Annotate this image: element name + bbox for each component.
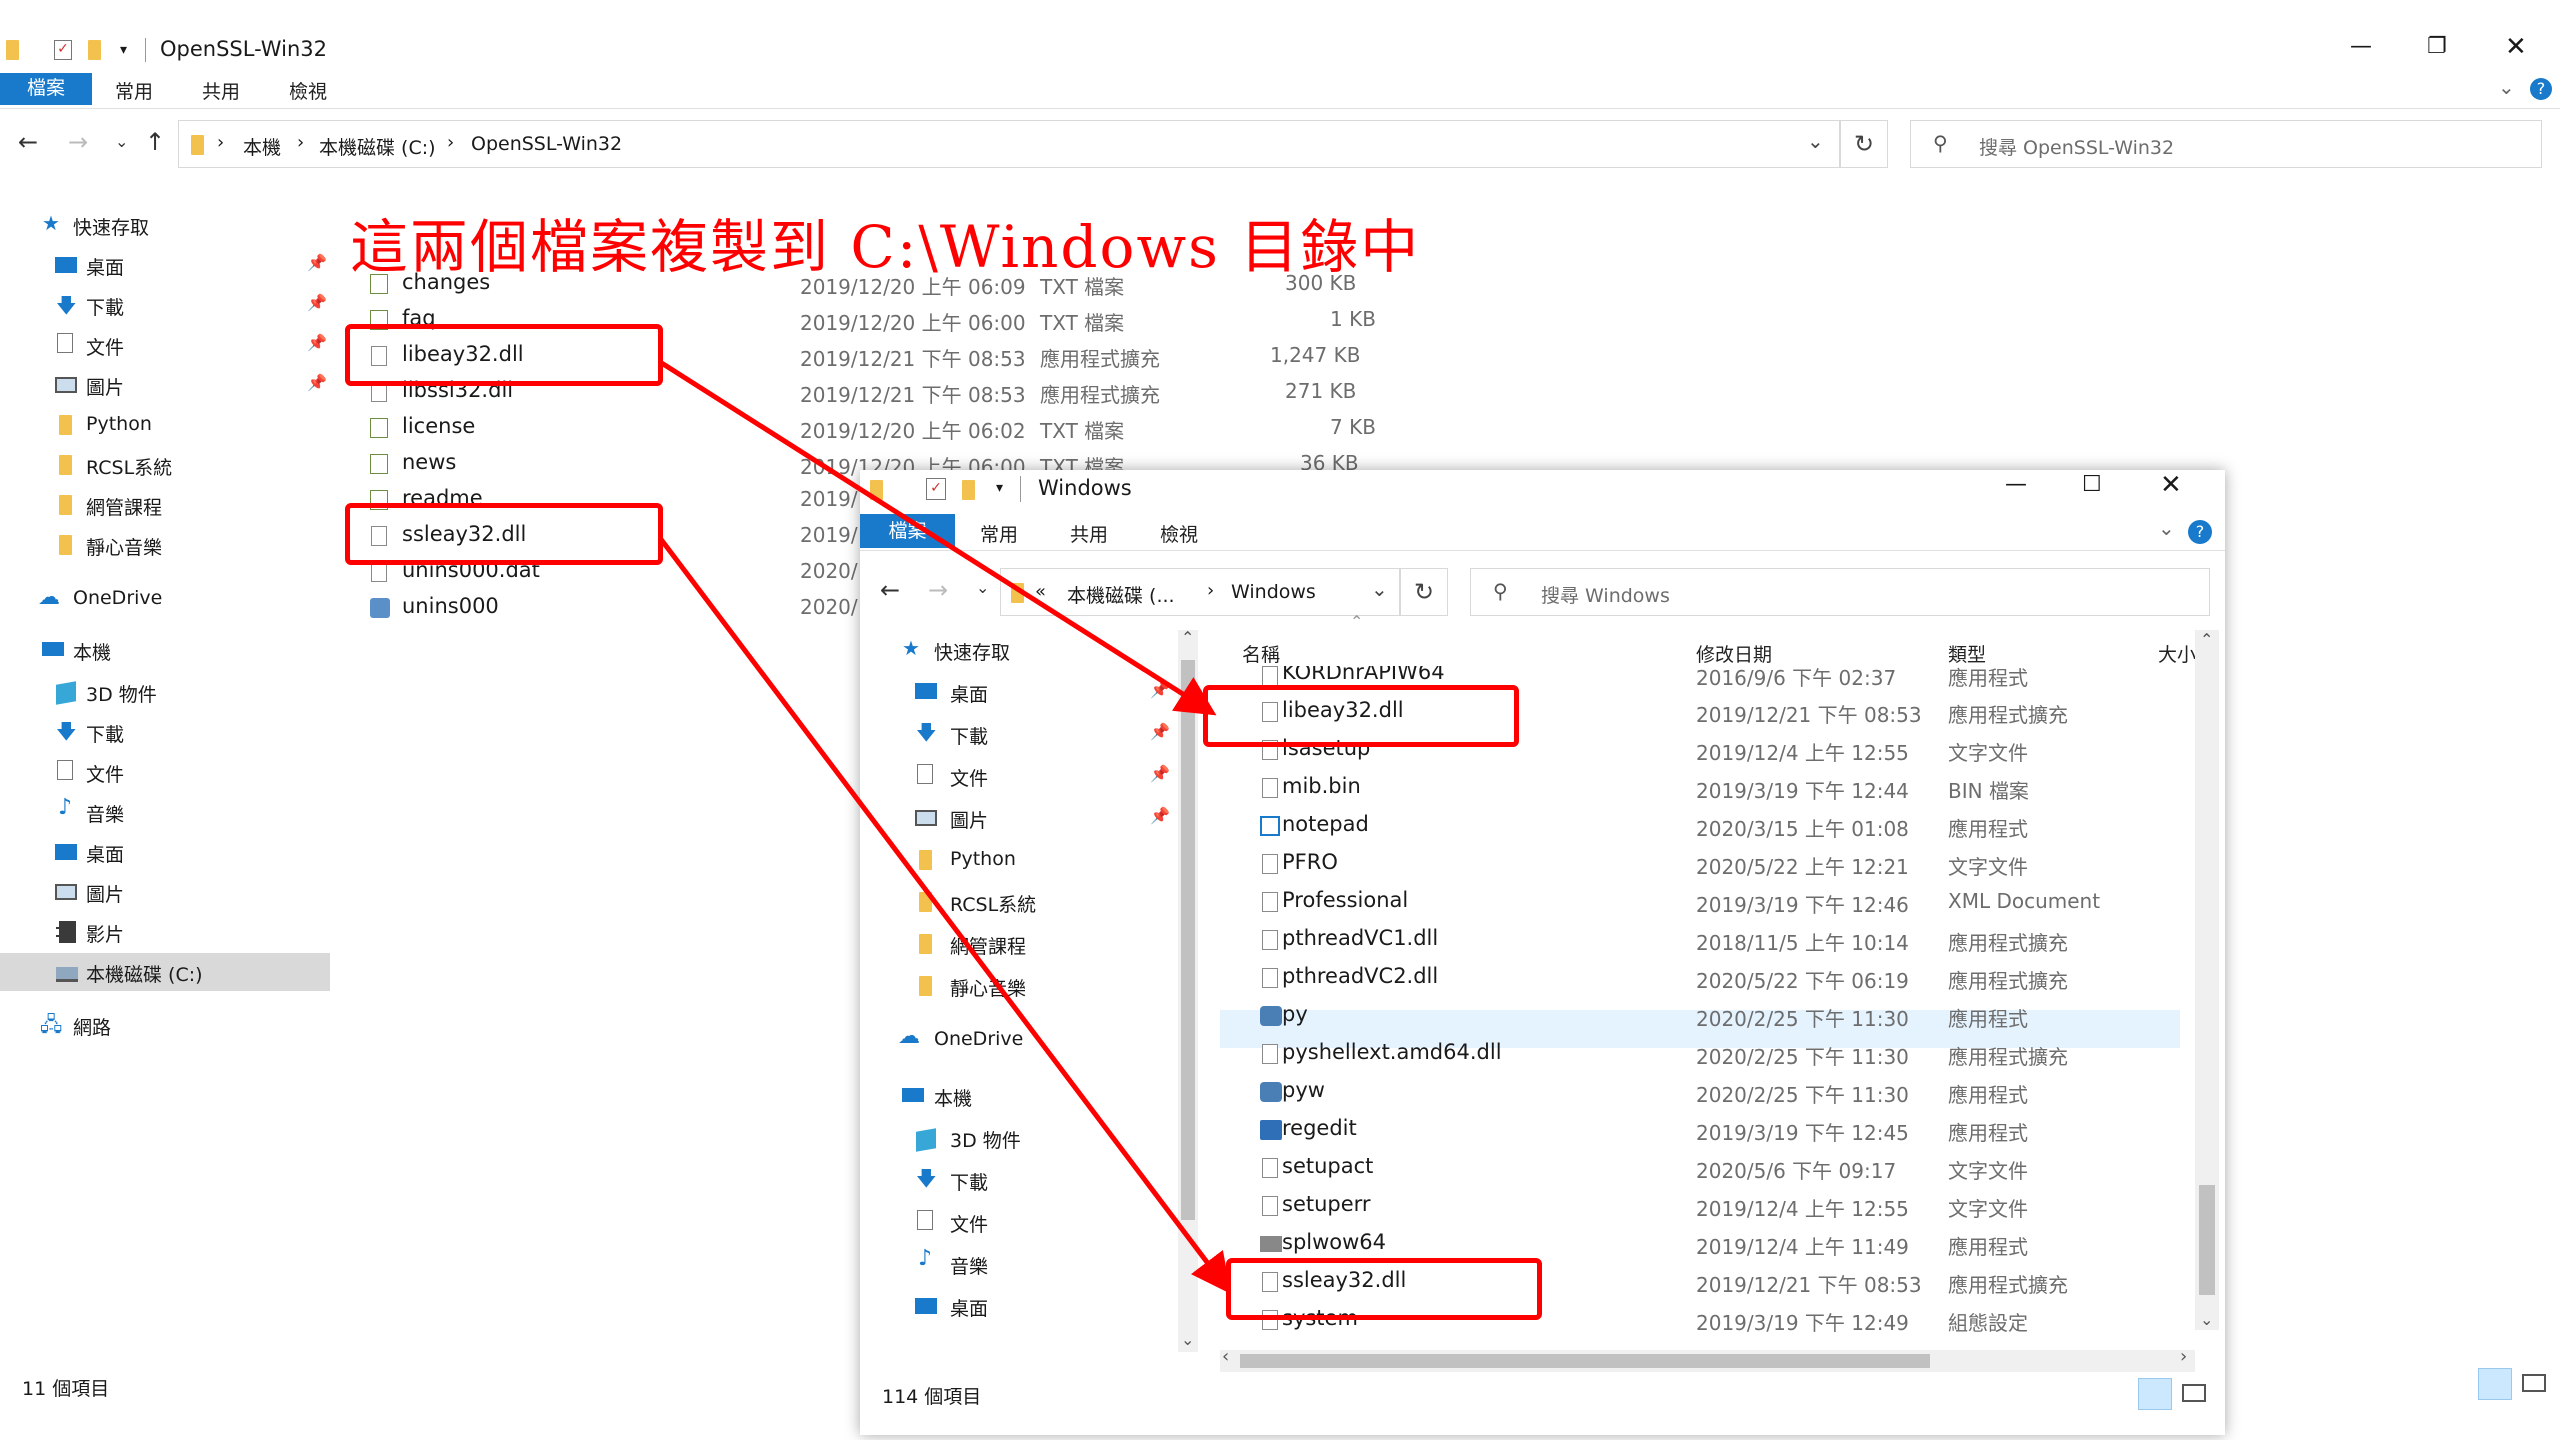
arrow-libeay32 — [658, 359, 1217, 716]
arrow-ssleay32 — [658, 536, 1232, 1294]
copy-arrows — [658, 359, 1232, 1294]
